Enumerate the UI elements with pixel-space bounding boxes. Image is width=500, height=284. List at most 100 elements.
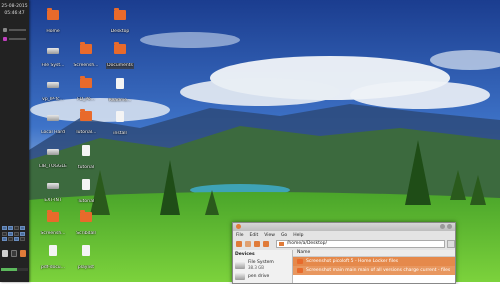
desktop-icon-label: vp_IP-fc... — [42, 97, 64, 102]
file-row-label: Screenshot picoloft 5 - Home Locker file… — [306, 259, 399, 264]
folder-icon — [47, 210, 59, 222]
menu-bar: File Edit View Go Help — [233, 231, 455, 239]
desktop-icon-label: LIB_TOGGLE — [39, 164, 67, 169]
desktop-icon-label: Scribdall — [76, 231, 96, 236]
menu-edit[interactable]: Edit — [250, 233, 259, 238]
workspace-5[interactable] — [2, 231, 7, 236]
desktop-icon-label: install — [113, 131, 127, 136]
desktop-icon-label: Desktop — [110, 29, 130, 34]
drive-icon — [47, 183, 59, 189]
folder-icon — [80, 109, 92, 121]
window-titlebar[interactable] — [233, 223, 455, 231]
forward-arrow-icon[interactable] — [244, 241, 251, 247]
menu-file[interactable]: File — [236, 233, 244, 238]
file-list: Name Screenshot picoloft 5 - Home Locker… — [293, 250, 455, 283]
menu-view[interactable]: View — [264, 233, 275, 238]
workspace-12[interactable] — [20, 237, 25, 242]
sidebar-item-size: 38.3 GB — [248, 265, 265, 270]
desktop-icon-label: Tutorial... — [75, 130, 97, 135]
folder-icon — [47, 8, 59, 20]
home-icon[interactable] — [262, 241, 269, 247]
clock-date: 25-08-2015 — [1, 4, 28, 9]
workspace-3[interactable] — [14, 226, 19, 230]
file-manager-body: Devices File System 38.3 GB pen drive Na… — [233, 250, 455, 283]
desktop-icon[interactable]: Home — [33, 8, 73, 37]
tray-divider — [9, 29, 26, 31]
folder-icon — [80, 42, 92, 54]
folder-icon — [278, 242, 284, 246]
desktop-icon-label: Tutorial — [77, 199, 95, 204]
desktop-icon[interactable]: Scribdall — [66, 210, 106, 239]
clock[interactable]: 25-08-2015 05:46:47 — [0, 3, 29, 17]
folder-icon — [114, 8, 126, 20]
panel-progress-fill — [1, 268, 18, 271]
folder-icon — [80, 76, 92, 88]
menu-help[interactable]: Help — [293, 233, 303, 238]
sidebar-item-label: pen drive — [248, 274, 270, 279]
desktop-icon-label: EXT-INT — [44, 198, 62, 203]
window-maximize-button[interactable] — [447, 224, 452, 229]
desktop-icon-label: Screensh... — [40, 231, 66, 236]
folder-icon — [80, 210, 92, 222]
workspace-6[interactable] — [8, 231, 13, 236]
desktop-icon[interactable]: install — [100, 111, 140, 139]
workspace-10[interactable] — [8, 237, 13, 242]
terminal-icon[interactable] — [11, 250, 17, 257]
file-row[interactable]: Screenshot picoloft 5 - Home Locker file… — [293, 257, 455, 266]
sidebar-item-pendrive[interactable]: pen drive — [235, 273, 290, 280]
folder-icon — [297, 259, 303, 264]
reload-button[interactable] — [447, 240, 455, 248]
firefox-icon[interactable] — [20, 250, 26, 257]
up-arrow-icon[interactable] — [253, 241, 260, 247]
workspace-7[interactable] — [14, 231, 19, 236]
folder-icon — [297, 268, 303, 273]
document-icon — [49, 245, 57, 256]
sidebar-item-filesystem[interactable]: File System 38.3 GB — [235, 260, 290, 270]
column-header-name[interactable]: Name — [293, 250, 455, 257]
drive-icon — [235, 261, 245, 269]
document-icon — [116, 111, 124, 122]
app-launcher-icon[interactable] — [3, 37, 7, 41]
menu-icon[interactable] — [2, 250, 8, 257]
document-icon — [82, 245, 90, 256]
workspace-11[interactable] — [14, 237, 19, 242]
workspace-1[interactable] — [2, 226, 7, 230]
desktop-icon[interactable]: tutorial — [66, 145, 106, 173]
sidebar-heading: Devices — [235, 252, 255, 257]
desktop-icon[interactable]: Desktop — [100, 8, 140, 37]
desktop-icon[interactable]: Documents — [100, 42, 140, 71]
workspace-pager[interactable] — [2, 226, 27, 242]
address-text: /home/a/Desktop/ — [286, 241, 328, 246]
document-icon — [82, 145, 90, 156]
panel-progress-bar — [1, 268, 28, 271]
window-minimize-button[interactable] — [440, 224, 445, 229]
desktop-icon-label: playlist — [77, 265, 95, 270]
desktop-icon-label: Local Hard — [41, 130, 65, 135]
desktop-icon-label: tutorial — [77, 165, 95, 170]
desktop-icon[interactable]: Readme... — [100, 78, 140, 106]
desktop-icon-label: Readme... — [108, 98, 132, 103]
drive-icon — [235, 273, 245, 280]
menu-go[interactable]: Go — [281, 233, 287, 238]
workspace-2[interactable] — [8, 226, 13, 230]
tray-divider — [9, 38, 26, 40]
workspace-4[interactable] — [20, 226, 25, 230]
workspace-9[interactable] — [2, 237, 7, 242]
desktop-icon-label: FD_Po... — [77, 97, 95, 102]
back-arrow-icon[interactable] — [236, 241, 242, 247]
network-icon[interactable] — [3, 28, 7, 32]
file-row[interactable]: Screenshot main main main of all version… — [293, 266, 455, 275]
left-panel: 25-08-2015 05:46:47 — [0, 0, 29, 282]
workspace-8[interactable] — [20, 231, 25, 236]
toolbar: /home/a/Desktop/ — [233, 239, 455, 249]
window-close-button[interactable] — [236, 224, 241, 229]
file-row-label: Screenshot main main main of all version… — [306, 268, 451, 273]
desktop-icon[interactable]: playlist — [66, 245, 106, 273]
desktop-icon-label: Home — [46, 29, 60, 34]
desktop-icon[interactable]: Tutorial — [66, 179, 106, 207]
address-bar[interactable]: /home/a/Desktop/ — [275, 240, 446, 248]
document-icon — [116, 78, 124, 89]
drive-icon — [47, 149, 59, 155]
folder-icon — [114, 42, 126, 54]
file-manager-window[interactable]: File Edit View Go Help /home/a/Desktop/ … — [232, 222, 456, 284]
